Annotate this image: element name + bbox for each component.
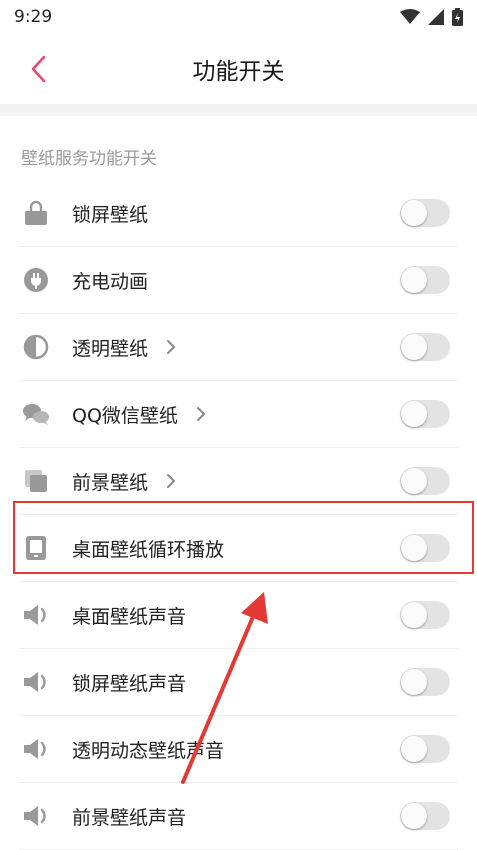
status-bar: 9:29 [0, 0, 477, 34]
setting-row: 透明动态壁纸声音 [19, 716, 458, 783]
page-title: 功能开关 [192, 59, 285, 85]
speaker-icon [20, 666, 52, 698]
tablet-icon [20, 532, 52, 564]
setting-row: 前景壁纸声音 [19, 783, 458, 850]
back-button[interactable] [22, 52, 54, 86]
toggle-knob [401, 401, 427, 427]
toggle-switch[interactable] [400, 735, 450, 763]
setting-row[interactable]: 前景壁纸 [19, 448, 458, 515]
chevron-left-icon [31, 55, 46, 83]
lock-icon [20, 197, 52, 229]
chevron-right-icon[interactable] [196, 406, 206, 422]
setting-label: 透明壁纸 [72, 337, 149, 360]
chevron-right-icon[interactable] [166, 473, 176, 489]
setting-label: QQ微信壁纸 [72, 404, 178, 427]
speaker-icon [20, 599, 52, 631]
setting-label: 透明动态壁纸声音 [72, 739, 225, 762]
signal-icon [428, 9, 444, 25]
status-icons [400, 8, 463, 26]
setting-row: 锁屏壁纸声音 [19, 649, 458, 716]
layers-icon [20, 465, 52, 497]
toggle-knob [401, 669, 427, 695]
toggle-knob [401, 736, 427, 762]
chevron-right-icon[interactable] [166, 339, 176, 355]
setting-label: 锁屏壁纸 [72, 203, 149, 226]
section-title: 壁纸服务功能开关 [21, 149, 157, 169]
setting-label: 充电动画 [72, 270, 149, 293]
toggle-knob [401, 803, 427, 829]
toggle-knob [401, 334, 427, 360]
settings-list: 锁屏壁纸充电动画透明壁纸 QQ微信壁纸 前景壁纸桌面壁纸循环播放 桌面壁纸声音 锁屏壁纸… [0, 180, 477, 850]
setting-row: 充电动画 [19, 247, 458, 314]
setting-label: 前景壁纸 [72, 471, 149, 494]
chevron-right-icon [167, 474, 176, 488]
toggle-switch[interactable] [400, 534, 450, 562]
toggle-knob [401, 602, 427, 628]
speaker-icon [20, 733, 52, 765]
setting-label: 桌面壁纸声音 [72, 605, 187, 628]
toggle-switch[interactable] [400, 802, 450, 830]
battery-icon [452, 8, 463, 26]
app-bar: 功能开关 [0, 34, 477, 104]
toggle-switch[interactable] [400, 467, 450, 495]
toggle-switch[interactable] [400, 333, 450, 361]
toggle-switch[interactable] [400, 668, 450, 696]
chevron-right-icon [196, 407, 205, 421]
toggle-switch[interactable] [400, 266, 450, 294]
status-time: 9:29 [14, 7, 53, 27]
setting-row: 桌面壁纸循环播放 [19, 515, 458, 582]
toggle-switch[interactable] [400, 400, 450, 428]
setting-row[interactable]: 透明壁纸 [19, 314, 458, 381]
chat-icon [20, 398, 52, 430]
setting-row: 桌面壁纸声音 [19, 582, 458, 649]
toggle-knob [401, 535, 427, 561]
wifi-icon [400, 9, 420, 24]
speaker-icon [20, 800, 52, 832]
toggle-knob [401, 267, 427, 293]
setting-label: 前景壁纸声音 [72, 806, 187, 829]
toggle-knob [401, 200, 427, 226]
setting-row: 锁屏壁纸 [19, 180, 458, 247]
chevron-right-icon [167, 340, 176, 354]
setting-row[interactable]: QQ微信壁纸 [19, 381, 458, 448]
plug-icon [20, 264, 52, 296]
header-divider [0, 104, 477, 116]
toggle-switch[interactable] [400, 601, 450, 629]
toggle-knob [401, 468, 427, 494]
toggle-switch[interactable] [400, 199, 450, 227]
setting-label: 锁屏壁纸声音 [72, 672, 187, 695]
contrast-icon [20, 331, 52, 363]
setting-label: 桌面壁纸循环播放 [72, 538, 225, 561]
